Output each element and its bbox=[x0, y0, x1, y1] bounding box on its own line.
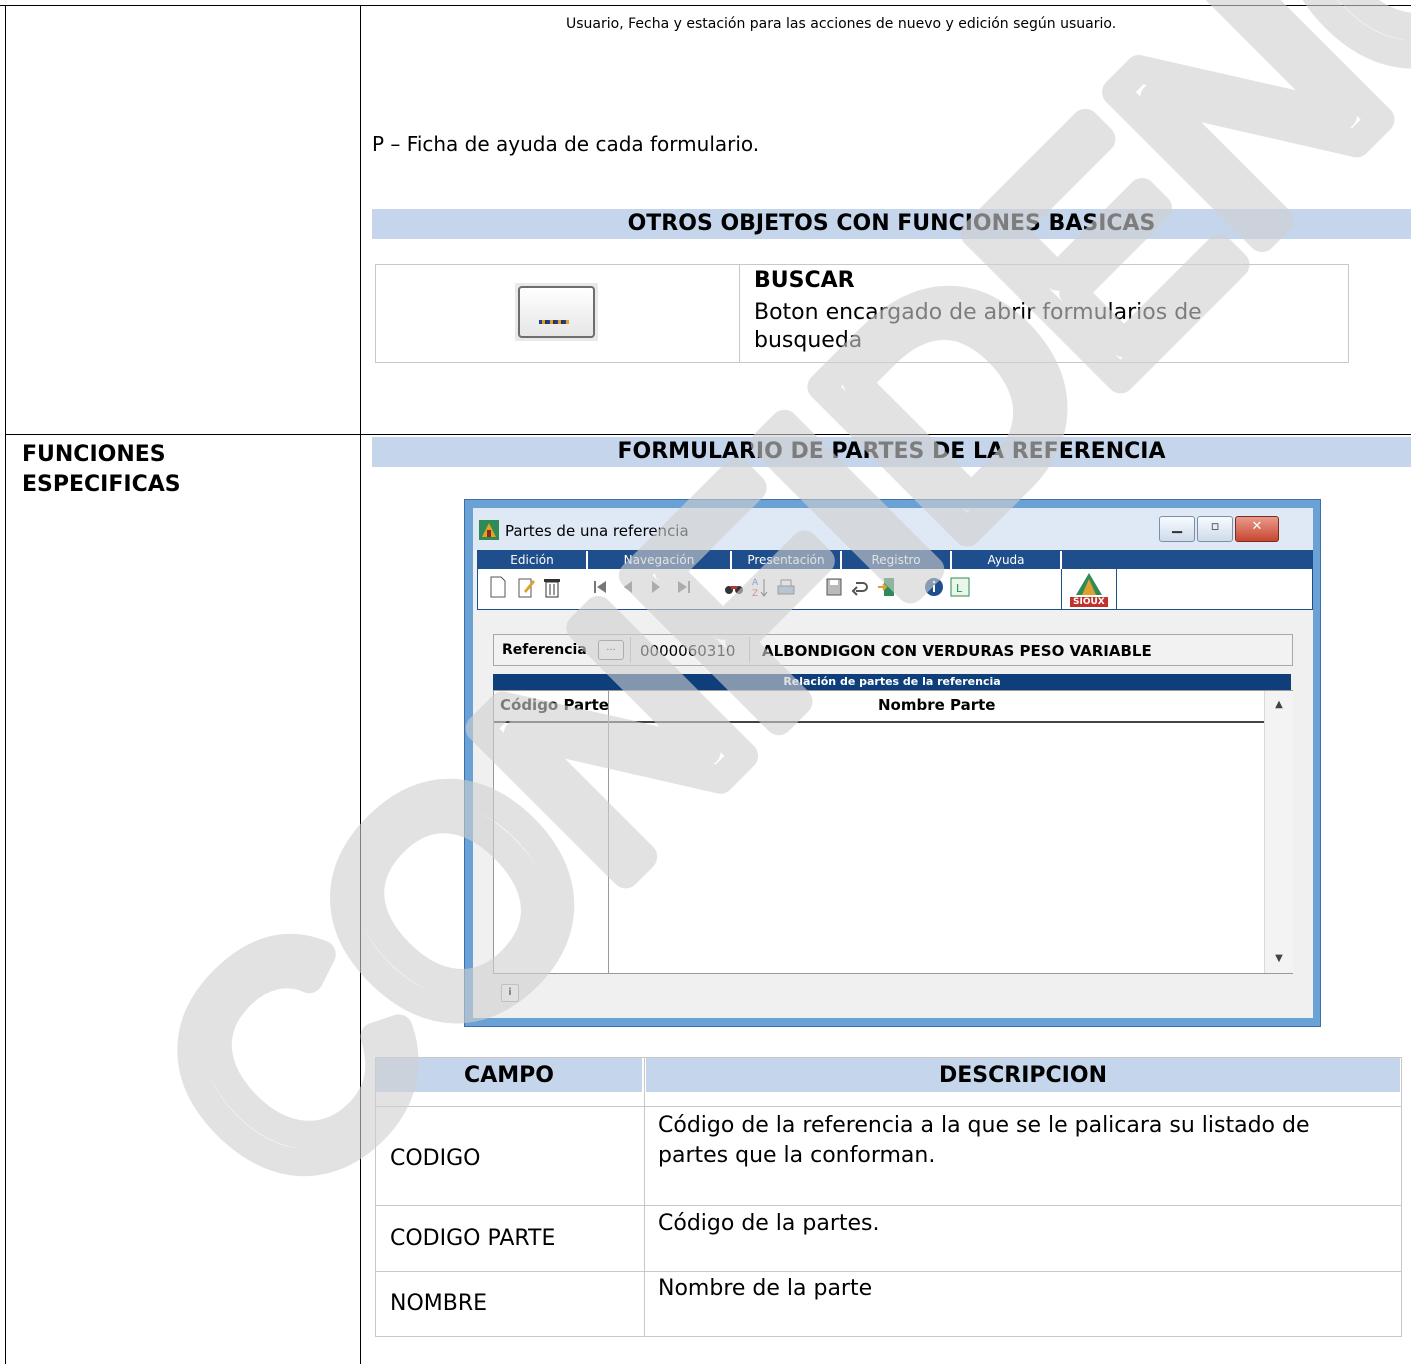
minimize-button[interactable]: ▁ bbox=[1159, 516, 1195, 542]
parts-grid[interactable]: Código Parte Nombre Parte ▲ ▼ bbox=[493, 690, 1293, 974]
svg-text:Z: Z bbox=[752, 589, 758, 599]
window-client-area: Edición Navegación Presentación Registro… bbox=[473, 550, 1313, 1018]
first-record-icon[interactable] bbox=[590, 575, 610, 599]
sort-az-icon[interactable]: AZ bbox=[750, 575, 770, 599]
menu-toolbar: Edición Navegación Presentación Registro… bbox=[477, 550, 1313, 610]
sioux-logo: SIOUX bbox=[1061, 569, 1117, 609]
scroll-down-icon[interactable]: ▼ bbox=[1265, 953, 1293, 964]
log-icon[interactable]: L bbox=[950, 575, 970, 599]
grid-header-line bbox=[494, 721, 1264, 723]
svg-text:A: A bbox=[752, 578, 759, 588]
fields-table-left bbox=[375, 1057, 376, 1337]
reference-name-field: ALBONDIGON CON VERDURAS PESO VARIABLE bbox=[762, 642, 1152, 660]
header-descripcion: DESCRIPCION bbox=[646, 1058, 1400, 1092]
close-button[interactable]: ✕ bbox=[1235, 516, 1279, 542]
grid-title: Relación de partes de la referencia bbox=[493, 674, 1291, 690]
menu-registro[interactable]: Registro bbox=[842, 551, 952, 569]
user-date-station-note: Usuario, Fecha y estación para las accio… bbox=[566, 16, 1117, 32]
buscar-title: BUSCAR bbox=[754, 268, 855, 293]
buscar-description: Boton encargado de abrir formularios de … bbox=[754, 300, 1202, 353]
record-info-icon[interactable]: i bbox=[501, 984, 519, 1002]
edit-icon[interactable] bbox=[516, 575, 536, 599]
reference-label: Referencia bbox=[502, 642, 587, 658]
section-label-specific-functions: FUNCIONES ESPECIFICAS bbox=[22, 442, 181, 497]
grid-column-divider bbox=[608, 691, 609, 973]
info-icon[interactable] bbox=[924, 575, 944, 599]
print-icon[interactable] bbox=[776, 575, 796, 599]
field-name-codigo-parte: CODIGO PARTE bbox=[390, 1226, 556, 1251]
delete-icon[interactable] bbox=[542, 575, 562, 599]
help-sheet-line: P – Ficha de ayuda de cada formulario. bbox=[372, 132, 760, 156]
fields-row-line bbox=[375, 1205, 1402, 1206]
fields-table-bottom bbox=[375, 1336, 1402, 1337]
maximize-button[interactable]: ▫ bbox=[1197, 516, 1233, 542]
window-title: Partes de una referencia bbox=[505, 522, 689, 540]
table-column-divider bbox=[360, 5, 361, 1364]
field-desc-codigo-parte: Código de la partes. bbox=[658, 1211, 880, 1236]
menu-presentacion[interactable]: Presentación bbox=[732, 551, 842, 569]
form-heading: FORMULARIO DE PARTES DE LA REFERENCIA bbox=[372, 437, 1411, 467]
menu-edicion[interactable]: Edición bbox=[478, 551, 588, 569]
field-desc-codigo: Código de la referencia a la que se le p… bbox=[658, 1113, 1310, 1168]
last-record-icon[interactable] bbox=[674, 575, 694, 599]
reference-search-button[interactable]: ... bbox=[598, 640, 624, 660]
fields-table-right bbox=[1401, 1057, 1402, 1337]
column-header-name[interactable]: Nombre Parte bbox=[878, 696, 995, 714]
reference-separator bbox=[749, 637, 750, 663]
menu-ayuda[interactable]: Ayuda bbox=[952, 551, 1062, 569]
fields-row-line bbox=[375, 1271, 1402, 1272]
field-name-codigo: CODIGO bbox=[390, 1146, 481, 1171]
reference-separator bbox=[630, 637, 631, 663]
exit-icon[interactable] bbox=[876, 575, 896, 599]
sioux-headdress-icon bbox=[1076, 573, 1102, 595]
buscar-button-image bbox=[515, 283, 598, 341]
reference-bar: Referencia ... 0000060310 ALBONDIGON CON… bbox=[493, 634, 1293, 666]
table-left-border bbox=[5, 5, 6, 1364]
field-name-nombre: NOMBRE bbox=[390, 1291, 488, 1316]
svg-text:L: L bbox=[956, 582, 963, 595]
undo-icon[interactable] bbox=[850, 575, 870, 599]
column-header-code[interactable]: Código Parte bbox=[500, 696, 609, 714]
reference-code-field[interactable]: 0000060310 bbox=[640, 642, 735, 660]
ellipsis-icon bbox=[539, 320, 569, 324]
binoculars-icon[interactable] bbox=[724, 575, 744, 599]
vertical-scrollbar[interactable]: ▲ ▼ bbox=[1264, 691, 1293, 973]
window-titlebar: Partes de una referencia ▁ ▫ ✕ bbox=[473, 508, 1313, 548]
fields-row-line bbox=[375, 1106, 1402, 1107]
save-icon[interactable] bbox=[824, 575, 844, 599]
app-window: Partes de una referencia ▁ ▫ ✕ Edición N… bbox=[464, 499, 1321, 1027]
scroll-up-icon[interactable]: ▲ bbox=[1265, 699, 1293, 710]
header-campo: CAMPO bbox=[376, 1058, 642, 1092]
table-row-divider bbox=[5, 434, 1411, 435]
table-top-border bbox=[0, 5, 1411, 6]
fields-table-divider bbox=[644, 1057, 645, 1337]
next-record-icon[interactable] bbox=[646, 575, 666, 599]
new-document-icon[interactable] bbox=[488, 575, 508, 599]
previous-record-icon[interactable] bbox=[618, 575, 638, 599]
app-logo-icon bbox=[479, 520, 499, 540]
other-objects-heading: OTROS OBJETOS CON FUNCIONES BASICAS bbox=[372, 209, 1411, 239]
sioux-logo-text: SIOUX bbox=[1070, 597, 1108, 607]
buscar-table-divider bbox=[739, 264, 740, 363]
field-desc-nombre: Nombre de la parte bbox=[658, 1276, 873, 1301]
menu-navegacion[interactable]: Navegación bbox=[588, 551, 732, 569]
